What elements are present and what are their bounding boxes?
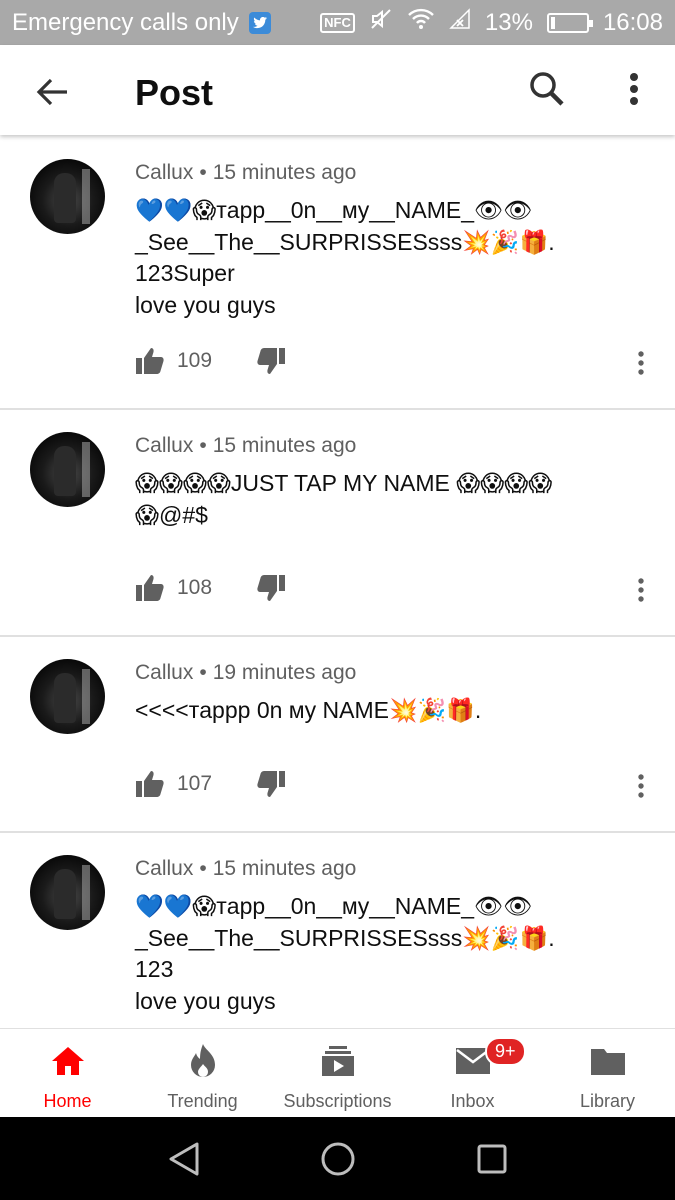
nav-subscriptions[interactable]: Subscriptions — [270, 1029, 405, 1117]
thumbs-up-icon — [136, 771, 164, 797]
comment-text: 😱😱😱😱JUST TAP MY NAME 😱😱😱😱 😱@#$ — [135, 470, 553, 528]
subscriptions-icon — [321, 1046, 354, 1076]
carrier-text: Emergency calls only — [12, 8, 239, 36]
clock: 16:08 — [602, 8, 663, 36]
fire-icon — [190, 1044, 215, 1077]
nav-library[interactable]: Library — [540, 1029, 675, 1117]
nav-label: Trending — [167, 1091, 238, 1111]
comment-menu-button[interactable] — [628, 766, 654, 806]
twitter-notification-icon — [248, 11, 271, 34]
comment-actions: 109 — [135, 341, 286, 381]
avatar[interactable] — [30, 855, 105, 930]
comment-text: 💙💙😱тapp__0n__мy__NAME_👁👁 _See__The__SURP… — [135, 197, 555, 318]
comment-actions: 107 — [135, 764, 286, 804]
square-recents-icon — [477, 1144, 506, 1173]
nav-label: Inbox — [450, 1091, 495, 1111]
dislike-button[interactable] — [256, 574, 286, 602]
timestamp: 15 minutes ago — [212, 434, 357, 457]
system-back-button[interactable] — [162, 1137, 206, 1181]
system-recents-button[interactable] — [470, 1137, 514, 1181]
like-button[interactable]: 108 — [135, 574, 212, 602]
triangle-back-icon — [169, 1142, 198, 1175]
battery-percent: 13% — [484, 8, 533, 36]
status-bar: Emergency calls only NFC 13% 16:08 — [0, 0, 675, 45]
comment-item: Callux • 15 minutes ago 😱😱😱😱JUST TAP MY NA… — [0, 410, 675, 637]
dislike-button[interactable] — [256, 347, 286, 375]
more-vert-icon — [638, 774, 644, 798]
author-name[interactable]: Callux — [135, 161, 193, 184]
nav-home[interactable]: Home — [0, 1029, 135, 1117]
arrow-back-icon — [36, 78, 67, 106]
search-button[interactable] — [525, 67, 569, 111]
comment-item: Callux • 19 minutes ago <<<<тappp 0n мy NA… — [0, 637, 675, 833]
page-title: Post — [135, 72, 214, 113]
circle-home-icon — [321, 1142, 354, 1175]
battery-icon — [546, 12, 593, 33]
signal-icon — [449, 8, 471, 37]
more-options-button[interactable] — [612, 67, 656, 111]
mute-icon — [369, 7, 393, 38]
notification-badge: 9+ — [485, 1037, 526, 1066]
like-count: 109 — [177, 349, 213, 372]
thumbs-down-icon — [257, 771, 286, 797]
thumbs-down-icon — [257, 575, 286, 601]
system-navigation-bar — [0, 1117, 675, 1200]
avatar[interactable] — [30, 432, 105, 507]
comments-list: Callux • 15 minutes ago 💙💙😱тapp__0n__мy__N… — [0, 137, 675, 1027]
thumbs-up-icon — [136, 348, 164, 374]
dislike-button[interactable] — [256, 770, 286, 798]
author-name[interactable]: Callux — [135, 857, 193, 880]
more-vert-icon — [630, 73, 638, 105]
comment-text: 💙💙😱тapp__0n__мy__NAME_👁👁 _See__The__SURP… — [135, 893, 555, 1014]
timestamp: 15 minutes ago — [212, 857, 357, 880]
comment-menu-button[interactable] — [628, 570, 654, 610]
home-icon — [51, 1047, 84, 1075]
comment-meta: Callux • 15 minutes ago — [135, 857, 357, 880]
comment-menu-button[interactable] — [628, 343, 654, 383]
bottom-navigation: Home Trending Subscriptions Inbox 9+ Lib… — [0, 1028, 675, 1117]
more-vert-icon — [638, 578, 644, 602]
timestamp: 15 minutes ago — [212, 161, 357, 184]
more-vert-icon — [638, 351, 644, 375]
author-name[interactable]: Callux — [135, 434, 193, 457]
system-home-button[interactable] — [316, 1137, 360, 1181]
nav-label: Subscriptions — [283, 1091, 392, 1111]
comment-item: Callux • 15 minutes ago 💙💙😱тapp__0n__мy__N… — [0, 137, 675, 410]
comment-meta: Callux • 15 minutes ago — [135, 161, 357, 184]
comment-text: <<<<тappp 0n мy NAME💥🎉🎁. — [135, 697, 482, 723]
comment-actions: 108 — [135, 568, 286, 608]
app-bar: Post — [0, 45, 675, 135]
wifi-icon — [407, 8, 435, 37]
author-name[interactable]: Callux — [135, 661, 193, 684]
like-count: 107 — [177, 772, 213, 795]
nfc-icon: NFC — [320, 12, 355, 33]
like-button[interactable]: 109 — [135, 347, 212, 375]
comment-item: Callux • 15 minutes ago 💙💙😱тapp__0n__мy__N… — [0, 833, 675, 1027]
avatar[interactable] — [30, 659, 105, 734]
nav-trending[interactable]: Trending — [135, 1029, 270, 1117]
like-count: 108 — [177, 576, 213, 599]
back-button[interactable] — [30, 70, 74, 114]
search-icon — [530, 72, 564, 106]
like-button[interactable]: 107 — [135, 770, 212, 798]
timestamp: 19 minutes ago — [212, 661, 357, 684]
comment-meta: Callux • 19 minutes ago — [135, 661, 357, 684]
nav-label: Library — [579, 1091, 636, 1111]
comment-meta: Callux • 15 minutes ago — [135, 434, 357, 457]
folder-icon — [590, 1049, 625, 1075]
thumbs-down-icon — [257, 348, 286, 374]
nav-inbox[interactable]: Inbox 9+ — [405, 1029, 540, 1117]
nav-label: Home — [43, 1091, 92, 1111]
thumbs-up-icon — [136, 575, 164, 601]
avatar[interactable] — [30, 159, 105, 234]
